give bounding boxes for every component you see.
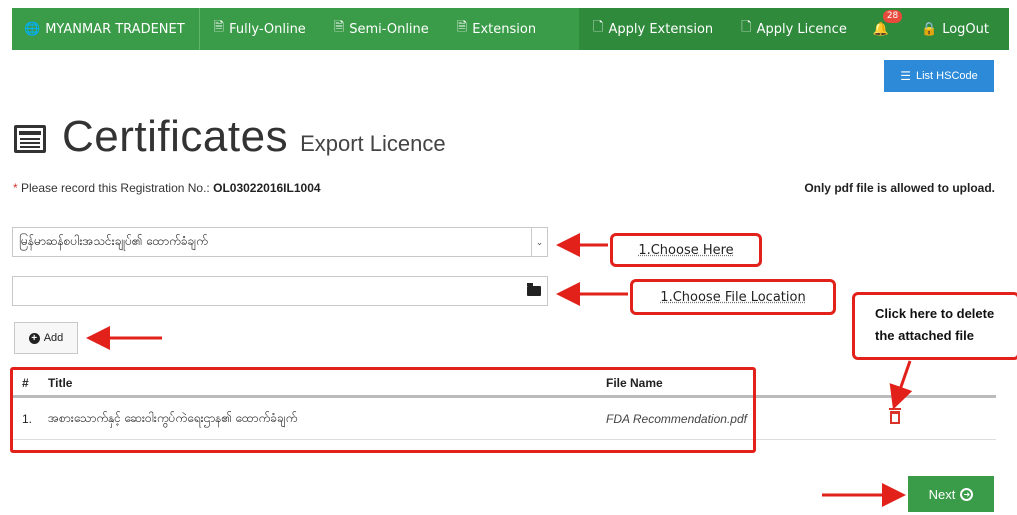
annotation-arrows (86, 233, 913, 507)
arrow-to-trash (889, 360, 913, 410)
